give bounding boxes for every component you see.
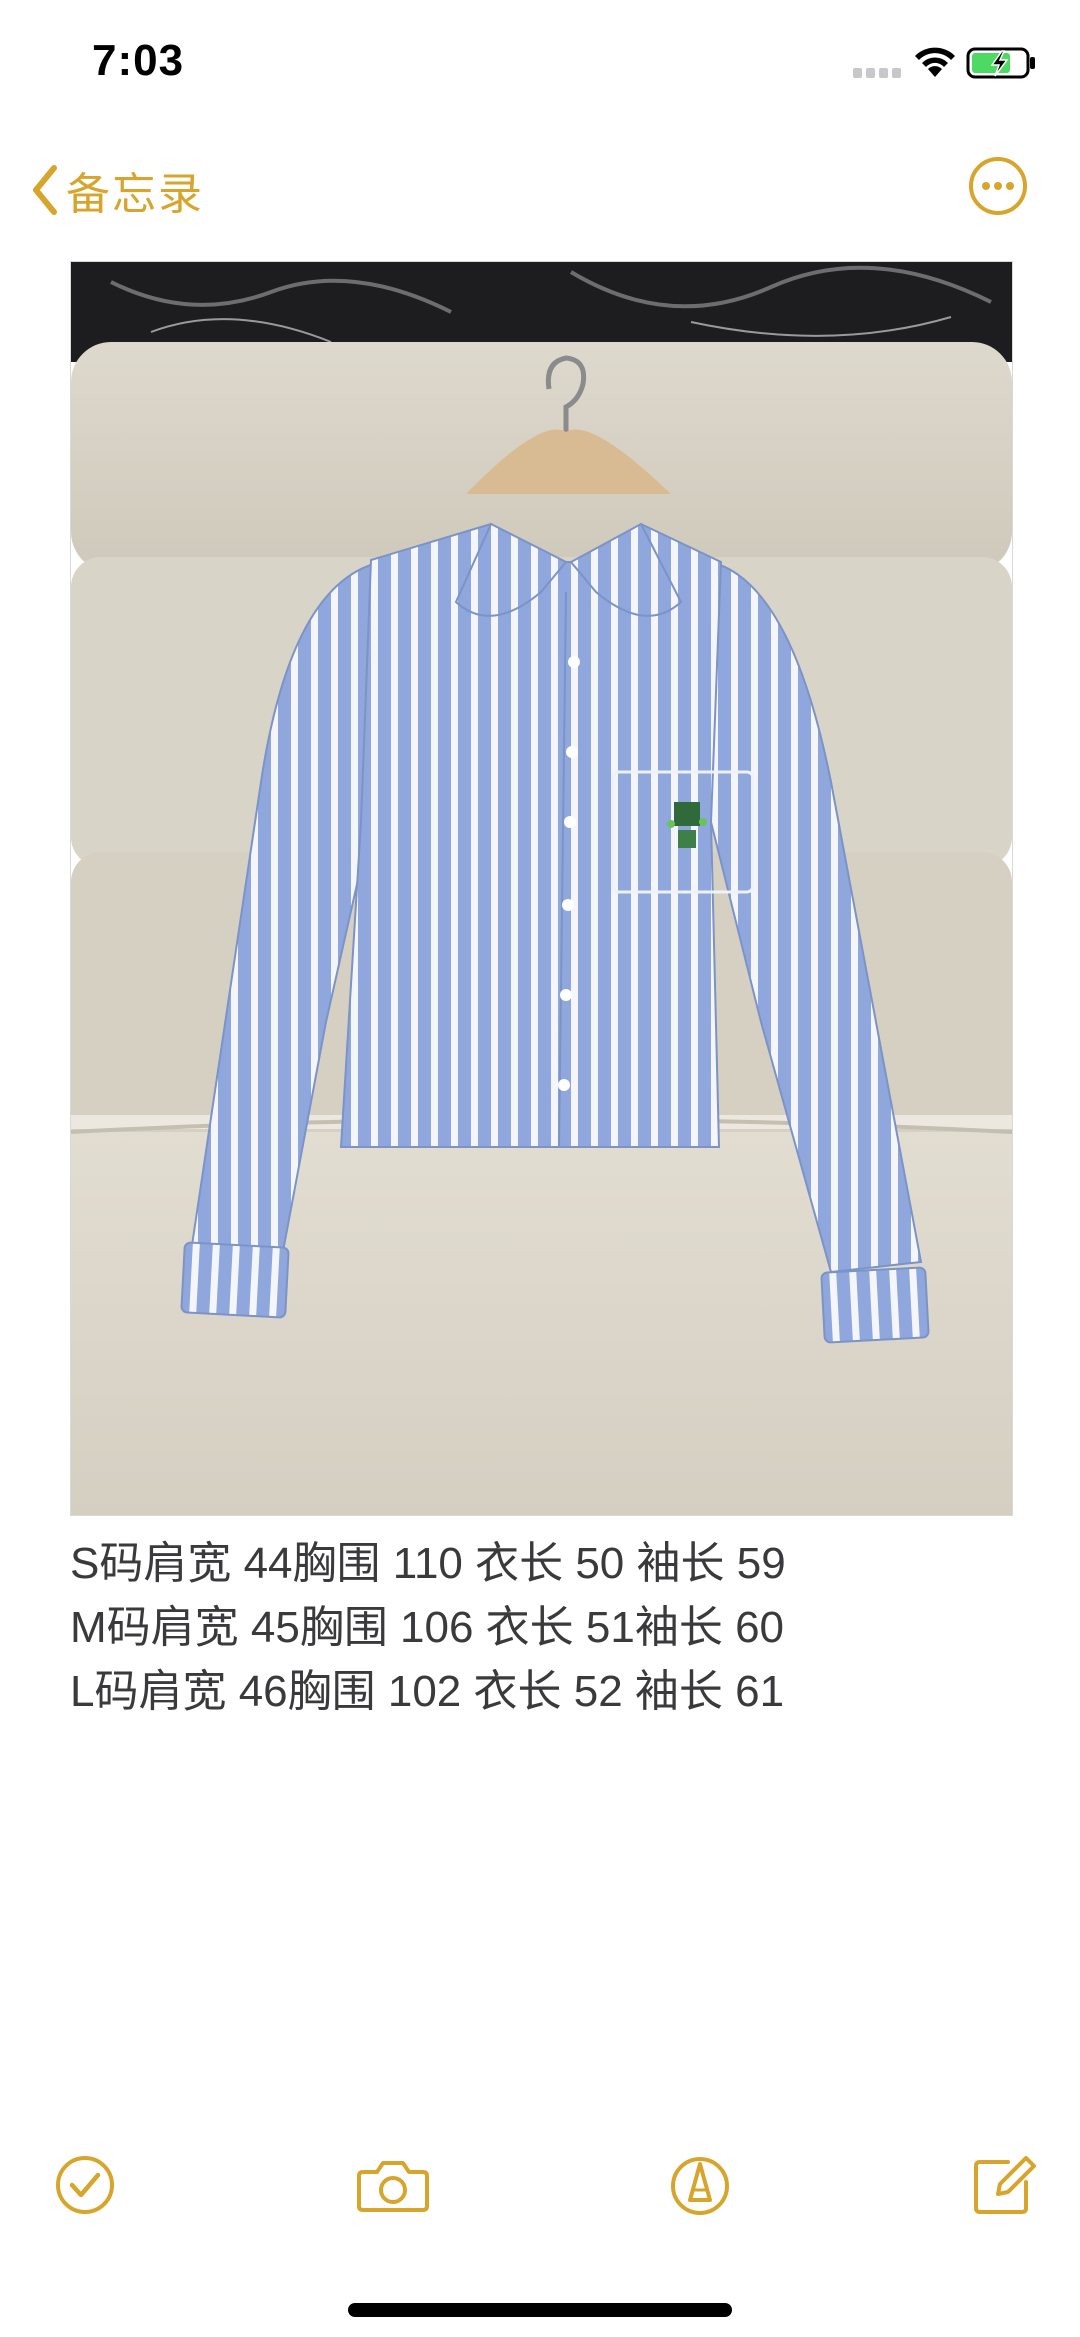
back-label: 备忘录 — [66, 170, 204, 219]
home-indicator[interactable] — [348, 2303, 732, 2317]
compose-button[interactable] — [968, 2150, 1038, 2220]
markup-button[interactable] — [665, 2150, 735, 2220]
size-line-s: S码肩宽 44胸围 110 衣长 50 袖长 59 — [70, 1539, 786, 1588]
size-line-l: L码肩宽 46胸围 102 衣长 52 袖长 61 — [70, 1667, 785, 1716]
bottom-toolbar — [0, 2150, 1080, 2230]
chevron-left-icon — [33, 165, 57, 215]
compose-icon — [974, 2156, 1036, 2214]
battery-charging-icon — [966, 46, 1038, 80]
camera-icon — [357, 2161, 429, 2212]
ellipsis-circle-icon — [969, 157, 1027, 215]
status-bar: 7:03 — [0, 0, 1080, 130]
back-button[interactable]: 备忘录 — [30, 158, 204, 222]
checklist-circle-icon — [56, 2156, 114, 2214]
note-body[interactable]: S码肩宽 44胸围 110 衣长 50 袖长 59 M码肩宽 45胸围 106 … — [70, 1532, 1030, 1724]
cellular-signal-icon — [853, 68, 905, 80]
wifi-icon — [913, 45, 957, 79]
nav-bar: 备忘录 — [0, 140, 1080, 240]
markup-pen-icon — [671, 2157, 729, 2215]
size-line-m: M码肩宽 45胸围 106 衣长 51袖长 60 — [70, 1603, 785, 1652]
camera-button[interactable] — [355, 2150, 431, 2220]
checklist-button[interactable] — [50, 2150, 120, 2220]
status-time: 7:03 — [92, 36, 185, 85]
photo-striped-shirt[interactable] — [70, 261, 1013, 1516]
more-button[interactable] — [966, 154, 1030, 218]
